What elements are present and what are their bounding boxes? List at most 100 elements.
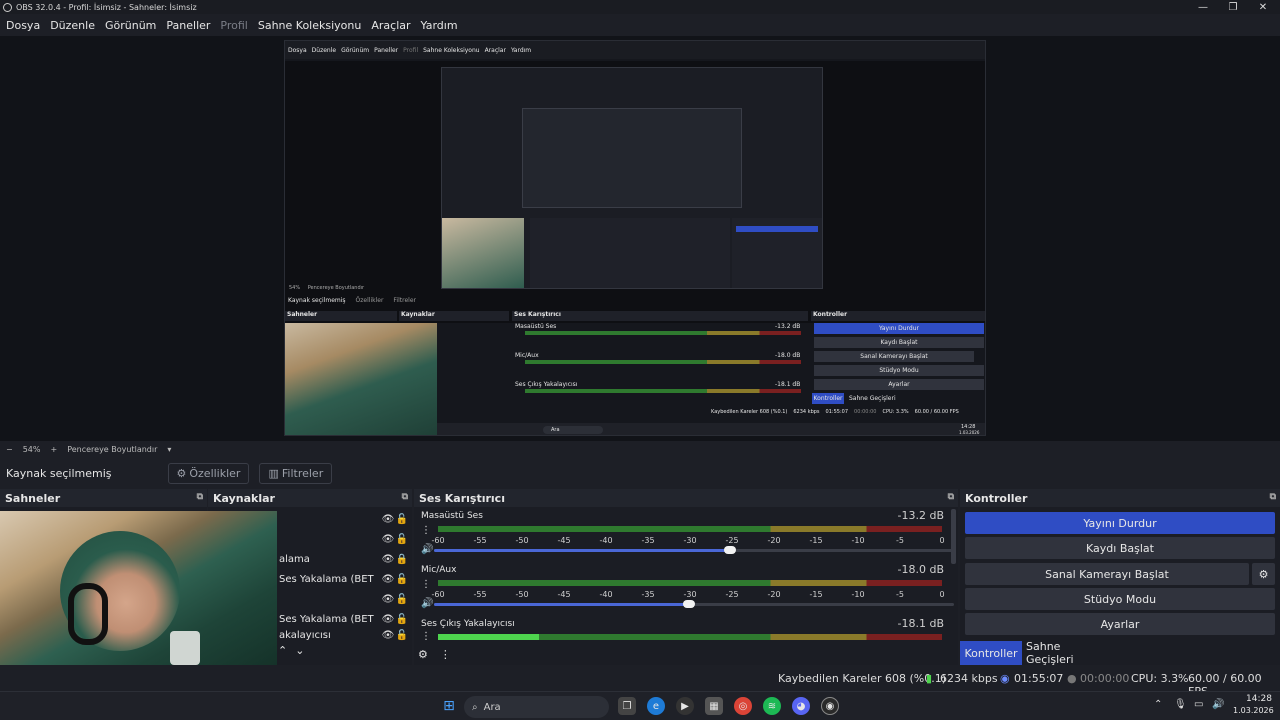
- chevron-down-icon[interactable]: ▾: [167, 445, 171, 454]
- volume-icon[interactable]: 🔊: [1212, 699, 1224, 710]
- tab-scene-transitions[interactable]: Sahne Geçişleri: [1026, 640, 1108, 666]
- tab-controls[interactable]: Kontroller: [960, 641, 1022, 665]
- nested-filters: Filtreler: [393, 297, 416, 304]
- zoom-out-button[interactable]: −: [6, 445, 13, 454]
- kebab-menu-icon[interactable]: ⋮: [440, 648, 451, 661]
- no-source-label: Kaynak seçilmemiş: [6, 466, 112, 480]
- meter-tick-label: -55: [473, 590, 487, 599]
- source-row[interactable]: 👁 🔓: [279, 509, 409, 529]
- nested-controls-header: Kontroller: [811, 311, 985, 321]
- nested-zoombar: 54% Pencereye Boyutlandır: [289, 285, 364, 291]
- kebab-menu-icon[interactable]: ⋮: [421, 631, 431, 642]
- volume-slider[interactable]: [434, 545, 954, 555]
- chevron-up-icon[interactable]: ⌃: [278, 644, 287, 657]
- volume-slider[interactable]: [434, 599, 954, 609]
- nested-menu-item: Paneller: [374, 46, 399, 54]
- edge-icon[interactable]: e: [647, 697, 665, 715]
- eye-icon[interactable]: 👁: [381, 614, 395, 625]
- menu-tools[interactable]: Araçlar: [371, 19, 410, 32]
- stop-stream-button[interactable]: Yayını Durdur: [965, 512, 1275, 534]
- scenes-header: Sahneler ⧉: [0, 489, 207, 507]
- tray-chevron-up-icon[interactable]: ⌃: [1154, 699, 1162, 710]
- source-row[interactable]: Ses Yakalama (BET 👁 🔓: [279, 609, 409, 629]
- minimize-button[interactable]: —: [1188, 0, 1218, 14]
- meter-tick-label: -40: [599, 536, 613, 545]
- menu-edit[interactable]: Düzenle: [50, 19, 95, 32]
- menu-profile[interactable]: Profil: [220, 19, 247, 32]
- volume-knob[interactable]: [724, 546, 737, 554]
- nested-status-time: 01:55:07: [825, 409, 849, 415]
- menu-docks[interactable]: Paneller: [166, 19, 210, 32]
- meter-tick-label: -5: [896, 536, 904, 545]
- studio-mode-button[interactable]: Stüdyo Modu: [965, 588, 1275, 610]
- advanced-audio-icon[interactable]: ⚙: [418, 648, 428, 661]
- discord-icon[interactable]: ◕: [792, 697, 810, 715]
- obs-icon[interactable]: ◉: [821, 697, 839, 715]
- source-row[interactable]: akalayıcısı 👁 🔓: [279, 629, 409, 641]
- menu-view[interactable]: Görünüm: [105, 19, 156, 32]
- unlock-icon[interactable]: 🔓: [395, 534, 409, 545]
- search-icon: ⌕: [472, 701, 478, 713]
- task-view-icon[interactable]: ❐: [618, 697, 636, 715]
- eye-icon[interactable]: 👁: [381, 514, 395, 525]
- chrome-icon[interactable]: ◎: [734, 697, 752, 715]
- unlock-icon[interactable]: 🔓: [395, 594, 409, 605]
- undock-icon[interactable]: ⧉: [197, 492, 203, 502]
- source-row[interactable]: Ses Yakalama (BET 👁 🔓: [279, 569, 409, 589]
- undock-icon[interactable]: ⧉: [1270, 492, 1276, 502]
- media-player-icon[interactable]: ▶: [676, 697, 694, 715]
- meter-tick-label: -25: [725, 590, 739, 599]
- hoodie-logo: [170, 631, 200, 665]
- kebab-menu-icon[interactable]: ⋮: [421, 579, 431, 590]
- menu-help[interactable]: Yardım: [421, 19, 458, 32]
- meter-fill: [438, 634, 539, 640]
- eye-icon[interactable]: 👁: [381, 554, 395, 565]
- eye-icon[interactable]: 👁: [381, 574, 395, 585]
- nested-menu-item: Profil: [403, 46, 419, 54]
- volume-knob[interactable]: [682, 600, 695, 608]
- filters-button[interactable]: ▥ Filtreler: [259, 462, 333, 484]
- chevron-down-icon[interactable]: ⌄: [295, 644, 304, 657]
- meter-tick-label: -20: [767, 590, 781, 599]
- nested-tab-controls: Kontroller: [812, 393, 844, 404]
- meter-tick-label: -30: [683, 590, 697, 599]
- kebab-menu-icon[interactable]: ⋮: [421, 525, 431, 536]
- source-row[interactable]: alama 👁 🔒: [279, 549, 409, 569]
- spotify-icon[interactable]: ≋: [763, 697, 781, 715]
- lock-icon[interactable]: 🔒: [395, 554, 409, 565]
- clock-time[interactable]: 14:28: [1246, 694, 1272, 704]
- speaker-icon[interactable]: 🔊: [421, 598, 433, 609]
- nested-capture: Dosya Düzenle Görünüm Paneller Profil Sa…: [284, 40, 986, 436]
- properties-button[interactable]: ⚙ Özellikler: [167, 462, 250, 484]
- maximize-button[interactable]: ❐: [1218, 0, 1248, 14]
- eye-icon[interactable]: 👁: [381, 630, 395, 641]
- menu-file[interactable]: Dosya: [6, 19, 40, 32]
- menu-scene-collection[interactable]: Sahne Koleksiyonu: [258, 19, 362, 32]
- clock-date[interactable]: 1.03.2026: [1233, 706, 1274, 715]
- start-record-button[interactable]: Kaydı Başlat: [965, 537, 1275, 559]
- zoom-in-button[interactable]: +: [50, 445, 57, 454]
- mixer-scrollbar[interactable]: [951, 509, 956, 564]
- settings-button[interactable]: Ayarlar: [965, 613, 1275, 635]
- source-row[interactable]: 👁 🔓: [279, 529, 409, 549]
- unlock-icon[interactable]: 🔓: [395, 514, 409, 525]
- taskbar-search[interactable]: ⌕ Ara: [464, 696, 609, 718]
- channel-db: -18.0 dB: [897, 563, 945, 576]
- display-icon[interactable]: ▭: [1194, 699, 1203, 710]
- undock-icon[interactable]: ⧉: [948, 492, 954, 502]
- windows-start-icon[interactable]: ⊞: [440, 697, 458, 715]
- eye-icon[interactable]: 👁: [381, 594, 395, 605]
- unlock-icon[interactable]: 🔓: [395, 630, 409, 641]
- mic-icon[interactable]: 🎙: [1174, 699, 1187, 710]
- start-virtual-camera-button[interactable]: Sanal Kamerayı Başlat: [965, 563, 1249, 585]
- eye-icon[interactable]: 👁: [381, 534, 395, 545]
- virtual-camera-settings-button[interactable]: ⚙: [1252, 563, 1275, 585]
- source-row[interactable]: 👁 🔓: [279, 589, 409, 609]
- undock-icon[interactable]: ⧉: [402, 492, 408, 502]
- fit-to-window[interactable]: Pencereye Boyutlandır: [67, 445, 157, 454]
- unlock-icon[interactable]: 🔓: [395, 574, 409, 585]
- unlock-icon[interactable]: 🔓: [395, 614, 409, 625]
- store-icon[interactable]: ▦: [705, 697, 723, 715]
- close-button[interactable]: ✕: [1248, 0, 1278, 14]
- speaker-icon[interactable]: 🔊: [421, 544, 433, 555]
